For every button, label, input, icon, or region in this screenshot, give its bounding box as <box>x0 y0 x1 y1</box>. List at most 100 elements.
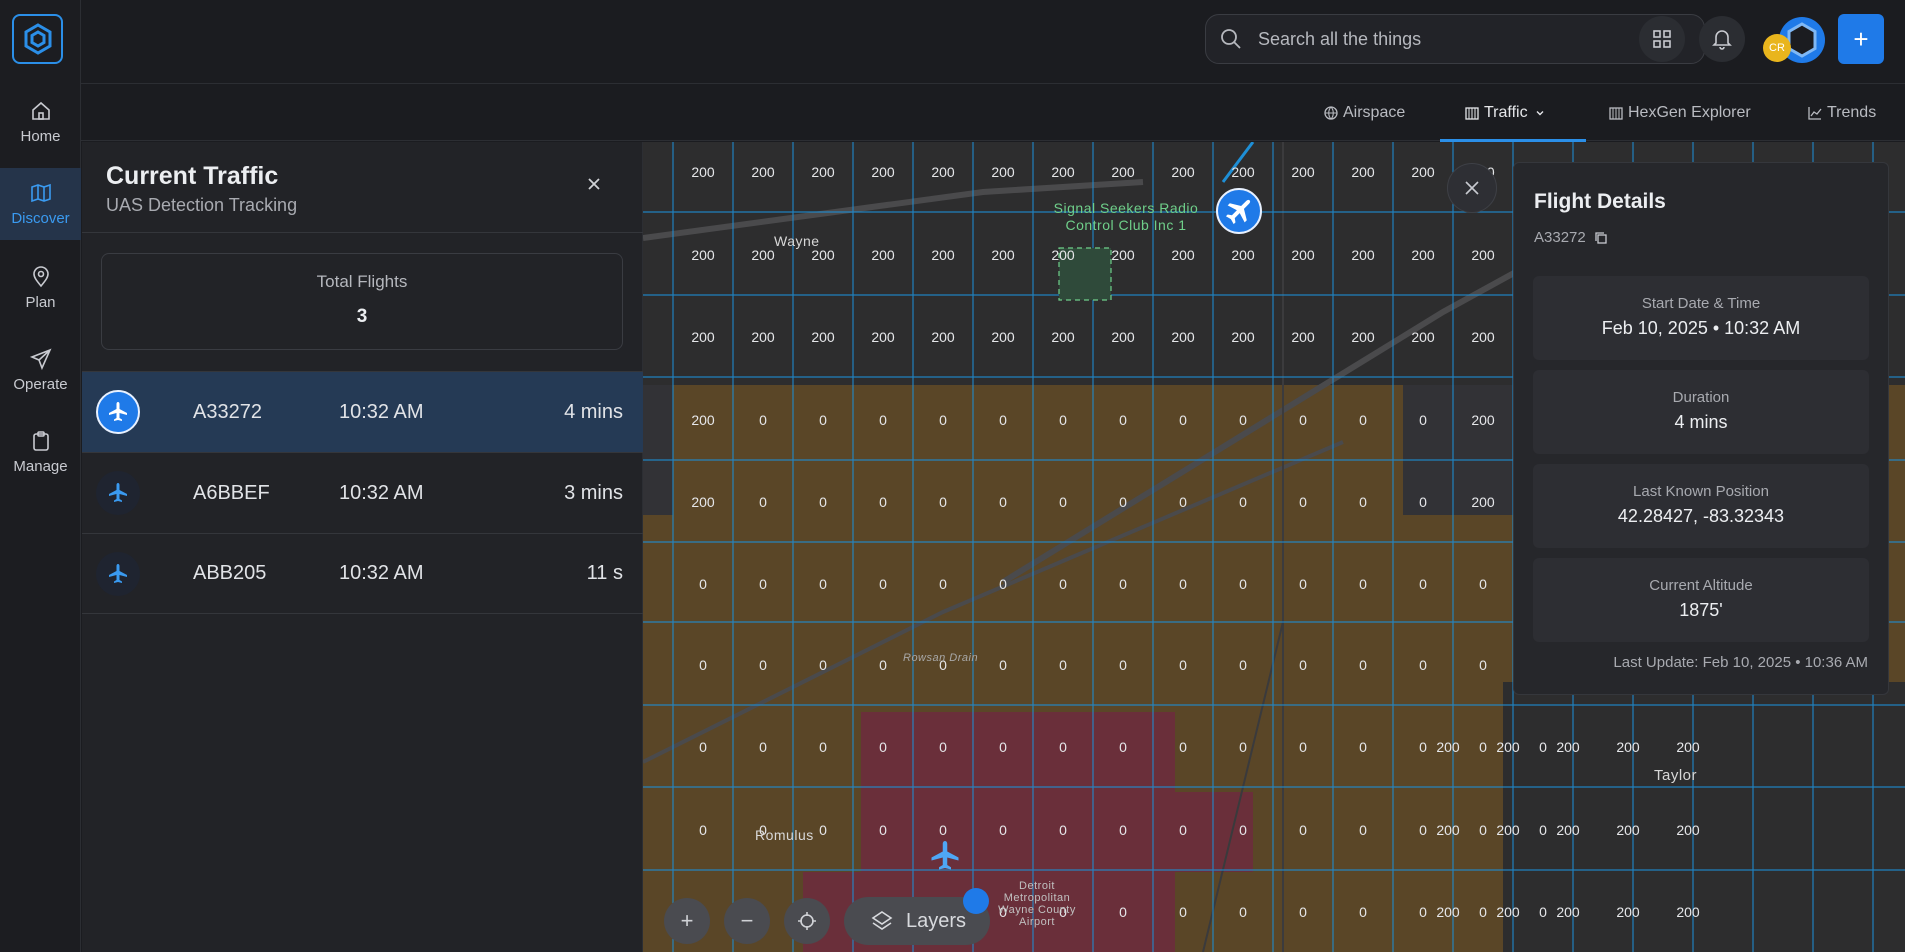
zoom-out-button[interactable]: − <box>724 898 770 944</box>
rail-item-discover[interactable]: Discover <box>0 168 81 240</box>
app-logo[interactable] <box>12 14 63 64</box>
grid-value-label: 200 <box>1171 164 1195 180</box>
grid-value-label: 200 <box>691 247 715 263</box>
flight-time: 10:32 AM <box>339 562 424 584</box>
detail-start-card: Start Date & Time Feb 10, 2025 • 10:32 A… <box>1533 276 1869 360</box>
tab-traffic[interactable]: Traffic <box>1440 84 1585 142</box>
rail-label-discover: Discover <box>11 209 70 227</box>
grid-value-label: 200 <box>1051 164 1075 180</box>
add-button[interactable]: + <box>1838 14 1884 64</box>
place-label-taylor: Taylor <box>1654 767 1698 784</box>
grid-value-label: 0 <box>1119 412 1127 428</box>
grid-value-label: 0 <box>1359 412 1367 428</box>
panel-close-button[interactable] <box>582 172 606 196</box>
total-flights-value: 3 <box>356 306 368 327</box>
details-close-button[interactable] <box>1447 163 1497 213</box>
search-input[interactable] <box>1258 28 1658 50</box>
grid-value-label: 200 <box>1676 739 1700 755</box>
building-icon <box>1609 106 1623 120</box>
zoom-in-button[interactable]: + <box>664 898 710 944</box>
grid-value-label: 200 <box>751 329 775 345</box>
place-label-drain: Rowsan Drain <box>903 652 979 664</box>
grid-value-label: 0 <box>1179 576 1187 592</box>
flight-details-card: Flight Details A33272 Start Date & Time … <box>1513 162 1889 695</box>
grid-value-label: 200 <box>1171 329 1195 345</box>
flight-row[interactable]: ABB205 10:32 AM 11 s <box>82 533 643 614</box>
grid-value-label: 200 <box>811 164 835 180</box>
flight-row[interactable]: A33272 10:32 AM 4 mins <box>82 371 643 452</box>
grid-value-label: 0 <box>939 822 947 838</box>
grid-value-label: 200 <box>1676 904 1700 920</box>
grid-value-label: 0 <box>1179 904 1187 920</box>
copy-icon[interactable] <box>1594 231 1608 245</box>
place-label-radio-club: Signal Seekers Radio Control Club Inc 1 <box>1053 200 1199 233</box>
grid-value-label: 0 <box>819 494 827 510</box>
selected-aircraft-icon[interactable] <box>1215 187 1263 235</box>
grid-value-label: 0 <box>1479 657 1487 673</box>
rail-item-home[interactable]: Home <box>0 86 81 158</box>
grid-value-label: 0 <box>1059 494 1067 510</box>
grid-value-label: 200 <box>1616 822 1640 838</box>
grid-value-label: 200 <box>1471 247 1495 263</box>
grid-value-label: 200 <box>871 247 895 263</box>
grid-value-label: 0 <box>1239 412 1247 428</box>
building-icon <box>1465 106 1479 120</box>
details-flight-id-row: A33272 <box>1534 229 1608 246</box>
grid-value-label: 0 <box>1239 494 1247 510</box>
grid-value-label: 0 <box>819 822 827 838</box>
grid-value-label: 200 <box>1556 904 1580 920</box>
grid-value-label: 0 <box>1239 657 1247 673</box>
detail-label: Start Date & Time <box>1641 295 1761 312</box>
grid-value-label: 0 <box>1239 739 1247 755</box>
detail-value: Feb 10, 2025 • 10:32 AM <box>1601 318 1801 338</box>
grid-value-label: 0 <box>1539 739 1547 755</box>
rail-item-plan[interactable]: Plan <box>0 252 81 324</box>
detail-label: Current Altitude <box>1649 577 1753 594</box>
apps-button[interactable] <box>1639 16 1685 62</box>
tab-airspace[interactable]: Airspace <box>1324 84 1405 141</box>
hexagon-logo-icon <box>24 23 51 55</box>
grid-value-label: 200 <box>1351 247 1375 263</box>
grid-value-label: 0 <box>879 739 887 755</box>
tab-hexgen-explorer[interactable]: HexGen Explorer <box>1609 84 1751 141</box>
grid-value-label: 0 <box>759 657 767 673</box>
grid-icon <box>1653 30 1671 48</box>
total-flights-label: Total Flights <box>316 272 408 291</box>
grid-value-label: 200 <box>1111 247 1135 263</box>
flight-time: 10:32 AM <box>339 400 424 423</box>
notifications-button[interactable] <box>1699 16 1745 62</box>
grid-value-label: 200 <box>691 329 715 345</box>
grid-value-label: 0 <box>1059 739 1067 755</box>
grid-value-label: 0 <box>939 412 947 428</box>
flight-duration: 3 mins <box>564 481 623 504</box>
grid-value-label: 0 <box>879 576 887 592</box>
layers-icon <box>871 911 893 930</box>
grid-value-label: 0 <box>939 739 947 755</box>
panel-subtitle: UAS Detection Tracking <box>106 195 298 215</box>
grid-value-label: 200 <box>751 164 775 180</box>
search-box[interactable] <box>1205 14 1705 64</box>
flight-duration: 4 mins <box>564 400 623 423</box>
grid-value-label: 0 <box>1059 657 1067 673</box>
panel-title: Current Traffic <box>106 162 279 190</box>
grid-value-label: 200 <box>1616 904 1640 920</box>
detail-duration-card: Duration 4 mins <box>1533 370 1869 454</box>
locate-button[interactable] <box>784 898 830 944</box>
tab-trends[interactable]: Trends <box>1808 84 1876 141</box>
detail-altitude-card: Current Altitude 1875' <box>1533 558 1869 642</box>
grid-value-label: 0 <box>999 657 1007 673</box>
grid-value-label: 200 <box>871 164 895 180</box>
grid-value-label: 0 <box>999 822 1007 838</box>
aircraft-icon[interactable] <box>927 838 963 874</box>
grid-value-label: 200 <box>1051 329 1075 345</box>
grid-value-label: 0 <box>1299 576 1307 592</box>
rail-item-operate[interactable]: Operate <box>0 334 81 406</box>
rail-item-manage[interactable]: Manage <box>0 416 81 488</box>
detail-value: 1875' <box>1679 600 1723 620</box>
trend-icon <box>1808 106 1822 120</box>
rail-label-operate: Operate <box>13 375 68 393</box>
grid-value-label: 200 <box>1471 329 1495 345</box>
grid-value-label: 200 <box>1616 739 1640 755</box>
flight-row[interactable]: A6BBEF 10:32 AM 3 mins <box>82 452 643 533</box>
grid-value-label: 200 <box>1436 739 1460 755</box>
